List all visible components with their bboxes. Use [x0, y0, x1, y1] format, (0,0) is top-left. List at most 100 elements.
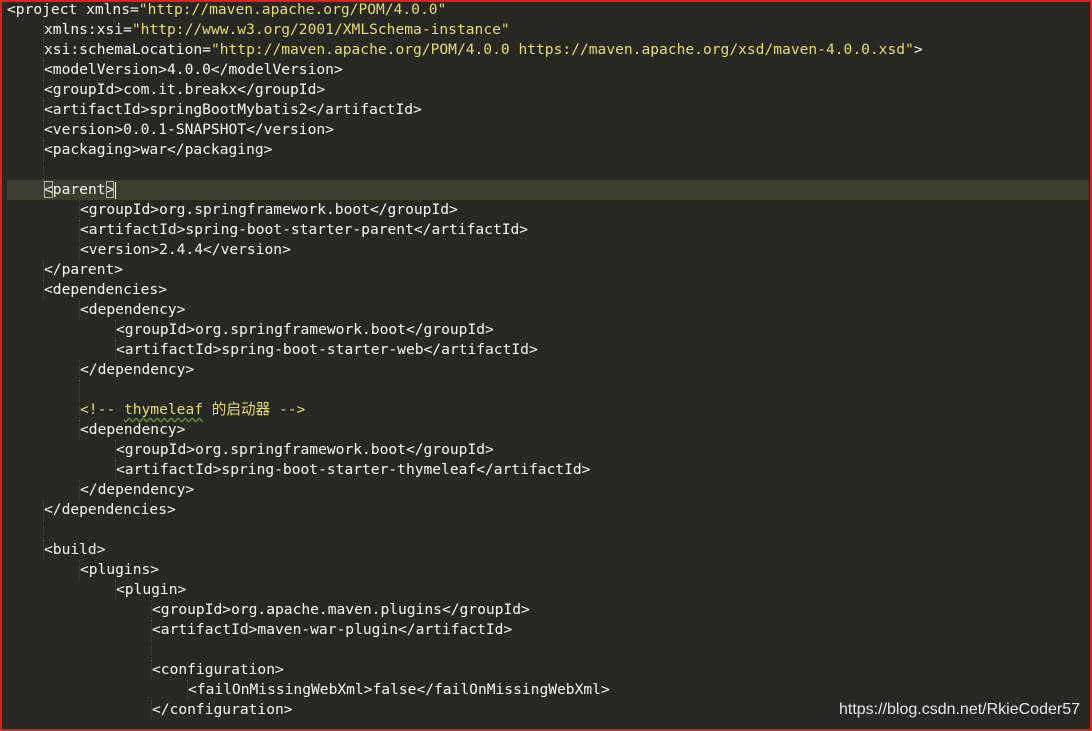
code-line-10-current[interactable]: <parent> — [7, 180, 1089, 200]
code-line-14[interactable]: </parent> — [7, 260, 1089, 280]
code-text: <version>0.0.1-SNAPSHOT</version> — [44, 121, 334, 138]
code-line-24[interactable]: <artifactId>spring-boot-starter-thymelea… — [7, 460, 1089, 480]
code-line-18[interactable]: <artifactId>spring-boot-starter-web</art… — [7, 340, 1089, 360]
code-text: <failOnMissingWebXml>false</failOnMissin… — [188, 681, 610, 698]
code-editor[interactable]: <project xmlns="http://maven.apache.org/… — [0, 0, 1092, 731]
code-line-35[interactable]: <failOnMissingWebXml>false</failOnMissin… — [7, 680, 1089, 700]
code-text: </parent> — [44, 261, 124, 278]
code-line-23[interactable]: <groupId>org.springframework.boot</group… — [7, 440, 1089, 460]
code-line-34[interactable]: <configuration> — [7, 660, 1089, 680]
code-line-11[interactable]: <groupId>org.springframework.boot</group… — [7, 200, 1089, 220]
watermark-text: https://blog.csdn.net/RkieCoder57 — [838, 701, 1080, 718]
comment-text: 的启动器 --> — [203, 401, 306, 418]
code-line-5[interactable]: <groupId>com.it.breakx</groupId> — [7, 80, 1089, 100]
code-text: <packaging>war</packaging> — [44, 141, 273, 158]
matched-bracket-close: > — [105, 181, 115, 198]
code-text: <artifactId>springBootMybatis2</artifact… — [44, 101, 422, 118]
code-line-30[interactable]: <plugin> — [7, 580, 1089, 600]
indent-guide — [7, 560, 80, 580]
code-text: <plugin> — [116, 581, 187, 598]
code-line-15[interactable]: <dependencies> — [7, 280, 1089, 300]
code-line-20[interactable] — [7, 380, 1089, 400]
code-line-27[interactable] — [7, 520, 1089, 540]
code-line-22[interactable]: <dependency> — [7, 420, 1089, 440]
code-text: <version>2.4.4</version> — [80, 241, 291, 258]
indent-guide — [7, 20, 44, 40]
code-line-25[interactable]: </dependency> — [7, 480, 1089, 500]
code-text: <artifactId>spring-boot-starter-thymelea… — [116, 461, 591, 478]
code-line-7[interactable]: <version>0.0.1-SNAPSHOT</version> — [7, 120, 1089, 140]
code-line-29[interactable]: <plugins> — [7, 560, 1089, 580]
code-text: <artifactId>spring-boot-starter-parent</… — [80, 221, 529, 238]
matched-bracket-open: < — [44, 181, 53, 198]
code-text: > — [913, 41, 923, 58]
indent-guide — [7, 500, 44, 520]
indent-guide — [7, 660, 152, 680]
indent-guide — [7, 460, 116, 480]
indent-guide — [7, 280, 44, 300]
code-line-32[interactable]: <artifactId>maven-war-plugin</artifactId… — [7, 620, 1089, 640]
code-text: <groupId>com.it.breakx</groupId> — [44, 81, 326, 98]
code-line-1[interactable]: <project xmlns="http://maven.apache.org/… — [7, 2, 1089, 20]
indent-guide — [7, 80, 44, 100]
indent-guide — [7, 60, 44, 80]
code-line-16[interactable]: <dependency> — [7, 300, 1089, 320]
code-text: <dependency> — [80, 301, 186, 318]
code-text: xmlns:xsi= — [44, 21, 132, 38]
indent-guide — [7, 580, 116, 600]
code-line-8[interactable]: <packaging>war</packaging> — [7, 140, 1089, 160]
code-text: <modelVersion>4.0.0</modelVersion> — [44, 61, 343, 78]
indent-guide — [7, 640, 152, 660]
code-text: parent — [52, 181, 106, 198]
code-line-21[interactable]: <!-- thymeleaf 的启动器 --> — [7, 400, 1089, 420]
code-line-13[interactable]: <version>2.4.4</version> — [7, 240, 1089, 260]
indent-guide — [7, 700, 152, 720]
indent-guide — [7, 540, 44, 560]
code-text: <plugins> — [80, 561, 160, 578]
code-text: <dependency> — [80, 421, 186, 438]
code-text: <artifactId>spring-boot-starter-web</art… — [116, 341, 538, 358]
indent-guide — [7, 520, 44, 540]
indent-guide — [7, 620, 152, 640]
indent-guide — [7, 480, 80, 500]
indent-guide — [7, 400, 80, 420]
indent-guide — [7, 300, 80, 320]
code-line-17[interactable]: <groupId>org.springframework.boot</group… — [7, 320, 1089, 340]
code-text: <groupId>org.springframework.boot</group… — [116, 441, 494, 458]
code-text: <dependencies> — [44, 281, 168, 298]
code-line-3[interactable]: xsi:schemaLocation="http://maven.apache.… — [7, 40, 1089, 60]
indent-guide — [7, 240, 80, 260]
indent-guide — [7, 680, 188, 700]
code-line-9[interactable] — [7, 160, 1089, 180]
indent-guide — [7, 100, 44, 120]
code-text: </dependency> — [80, 481, 195, 498]
indent-guide — [7, 260, 44, 280]
code-line-4[interactable]: <modelVersion>4.0.0</modelVersion> — [7, 60, 1089, 80]
indent-guide — [7, 180, 44, 200]
code-text: <groupId>org.apache.maven.plugins</group… — [152, 601, 530, 618]
code-line-26[interactable]: </dependencies> — [7, 500, 1089, 520]
indent-guide — [7, 320, 116, 340]
indent-guide — [7, 600, 152, 620]
code-text: <groupId>org.springframework.boot</group… — [80, 201, 458, 218]
indent-guide — [7, 360, 80, 380]
indent-guide — [7, 140, 44, 160]
string-literal: "http://www.w3.org/2001/XMLSchema-instan… — [131, 21, 510, 38]
code-text: </configuration> — [152, 701, 293, 718]
text-cursor — [115, 181, 117, 199]
code-text: <artifactId>maven-war-plugin</artifactId… — [152, 621, 513, 638]
code-line-6[interactable]: <artifactId>springBootMybatis2</artifact… — [7, 100, 1089, 120]
indent-guide — [7, 220, 80, 240]
code-area[interactable]: <project xmlns="http://maven.apache.org/… — [7, 2, 1089, 720]
code-line-19[interactable]: </dependency> — [7, 360, 1089, 380]
code-text: </dependency> — [80, 361, 195, 378]
indent-guide — [7, 160, 44, 180]
code-line-28[interactable]: <build> — [7, 540, 1089, 560]
code-line-33[interactable] — [7, 640, 1089, 660]
code-line-12[interactable]: <artifactId>spring-boot-starter-parent</… — [7, 220, 1089, 240]
spellcheck-word: thymeleaf — [123, 401, 204, 418]
code-line-2[interactable]: xmlns:xsi="http://www.w3.org/2001/XMLSch… — [7, 20, 1089, 40]
code-line-31[interactable]: <groupId>org.apache.maven.plugins</group… — [7, 600, 1089, 620]
code-text: xsi:schemaLocation= — [44, 41, 211, 58]
indent-guide — [7, 440, 116, 460]
